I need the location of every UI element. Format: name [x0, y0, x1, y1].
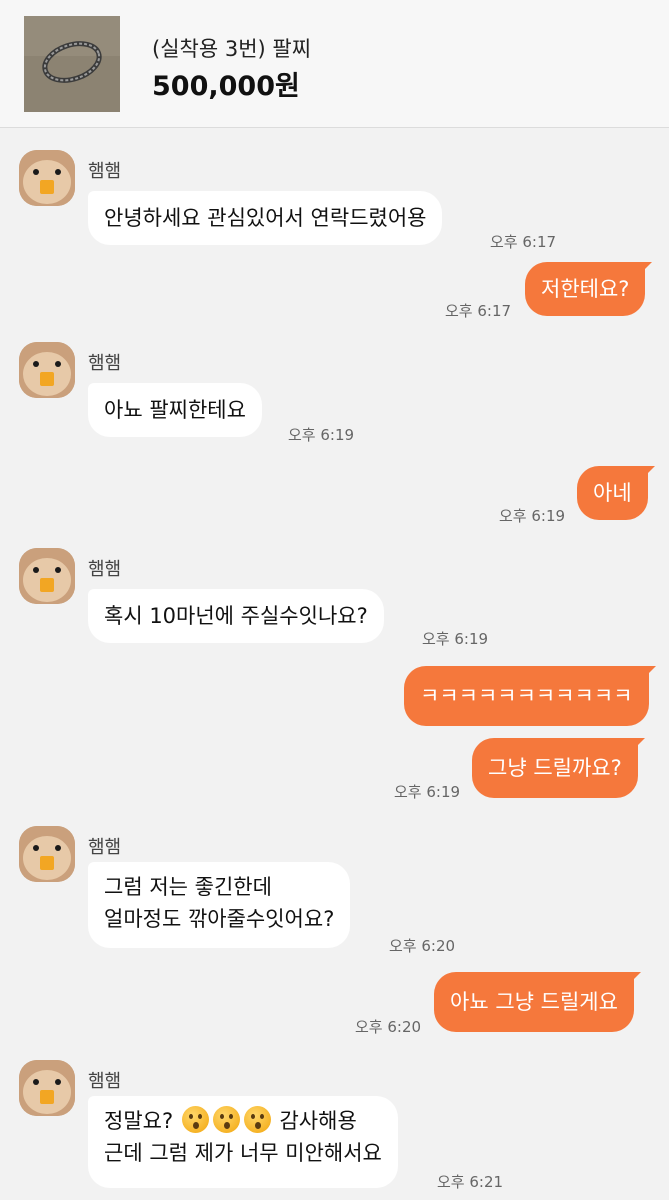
avatar[interactable] — [19, 342, 75, 398]
message-bubble-incoming[interactable]: 혹시 10마넌에 주실수잇나요? — [88, 589, 384, 643]
message-time: 오후 6:17 — [445, 302, 512, 320]
hamster-avatar-icon — [19, 342, 75, 398]
sender-name: 햄햄 — [88, 353, 122, 374]
message-line: 정말요? 감사해용 — [104, 1105, 382, 1137]
message-bubble-outgoing[interactable]: 아네 — [577, 466, 655, 520]
product-thumbnail[interactable] — [24, 16, 120, 112]
message-time: 오후 6:19 — [499, 507, 566, 525]
sender-name: 햄햄 — [88, 1071, 122, 1092]
sender-name: 햄햄 — [88, 161, 122, 182]
avatar[interactable] — [19, 1060, 75, 1116]
message-time: 오후 6:19 — [394, 783, 461, 801]
message-line: 근데 그럼 제가 너무 미안해서요 — [104, 1141, 382, 1165]
avatar[interactable] — [19, 548, 75, 604]
message-bubble-incoming[interactable]: 정말요? 감사해용 근데 그럼 제가 너무 미안해서요 — [88, 1096, 398, 1188]
message-bubble-incoming[interactable]: 아뇨 팔찌한테요 — [88, 383, 262, 437]
message-time: 오후 6:20 — [389, 937, 456, 955]
message-time: 오후 6:17 — [490, 233, 557, 251]
message-bubble-outgoing[interactable]: 그냥 드릴까요? — [472, 738, 645, 798]
message-text: 정말요? — [104, 1109, 174, 1133]
hamster-avatar-icon — [19, 826, 75, 882]
message-time: 오후 6:19 — [288, 426, 355, 444]
hushed-face-emoji-icon — [243, 1106, 271, 1133]
hushed-face-emoji-icon — [212, 1106, 240, 1133]
hamster-avatar-icon — [19, 150, 75, 206]
message-time: 오후 6:19 — [422, 630, 489, 648]
hushed-face-emoji-icon — [181, 1106, 209, 1133]
message-bubble-outgoing[interactable]: 아뇨 그냥 드릴게요 — [434, 972, 641, 1032]
message-time: 오후 6:21 — [437, 1173, 504, 1191]
message-bubble-incoming[interactable]: 안녕하세요 관심있어서 연락드렸어용 — [88, 191, 443, 245]
product-header[interactable]: (실착용 3번) 팔찌 500,000원 — [0, 0, 669, 128]
product-price: 500,000원 — [152, 71, 300, 102]
avatar[interactable] — [19, 826, 75, 882]
hamster-avatar-icon — [19, 548, 75, 604]
avatar[interactable] — [19, 150, 75, 206]
message-bubble-outgoing[interactable]: 저한테요? — [525, 262, 653, 316]
product-title: (실착용 3번) 팔찌 — [152, 37, 312, 61]
bracelet-image — [24, 16, 120, 112]
sender-name: 햄햄 — [88, 559, 122, 580]
message-bubble-incoming[interactable]: 그럼 저는 좋긴한데 얼마정도 깎아줄수잇어요? — [88, 862, 351, 948]
hamster-avatar-icon — [19, 1060, 75, 1116]
message-time: 오후 6:20 — [355, 1018, 422, 1036]
message-text: 감사해용 — [279, 1109, 357, 1133]
sender-name: 햄햄 — [88, 837, 122, 858]
message-bubble-outgoing[interactable]: ㅋㅋㅋㅋㅋㅋㅋㅋㅋㅋㅋ — [404, 666, 656, 726]
